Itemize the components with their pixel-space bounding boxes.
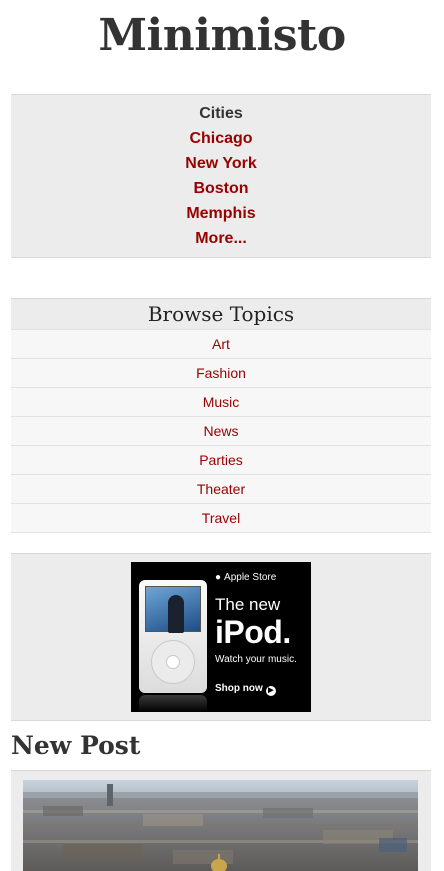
topic-row-travel: Travel <box>11 504 431 533</box>
ad-store-text: Apple Store <box>224 572 277 583</box>
topic-link-fashion[interactable]: Fashion <box>196 365 246 381</box>
post-panel <box>11 770 431 871</box>
topics-panel: Browse Topics Art Fashion Music News Par… <box>11 298 431 533</box>
topic-row-art: Art <box>11 330 431 359</box>
topic-link-music[interactable]: Music <box>203 394 240 410</box>
play-arrow-icon: ▶ <box>265 686 276 696</box>
topics-heading: Browse Topics <box>11 299 431 330</box>
topic-link-art[interactable]: Art <box>212 336 230 352</box>
ad-tagline: Watch your music. <box>215 654 297 665</box>
topic-row-theater: Theater <box>11 475 431 504</box>
cityscape-image <box>23 780 418 871</box>
topic-link-parties[interactable]: Parties <box>199 452 243 468</box>
ad-panel: ● Apple Store The new iPod. Watch your mu… <box>11 553 431 721</box>
new-post-heading[interactable]: New Post <box>11 730 140 762</box>
topic-link-theater[interactable]: Theater <box>197 481 245 497</box>
site-title[interactable]: Minimisto <box>0 10 444 62</box>
ipod-ad-banner[interactable]: ● Apple Store The new iPod. Watch your mu… <box>131 562 311 712</box>
cities-panel: Cities Chicago New York Boston Memphis M… <box>11 94 431 258</box>
city-link-memphis[interactable]: Memphis <box>11 205 431 230</box>
page: Minimisto Cities Chicago New York Boston… <box>0 0 444 871</box>
ad-store-label: ● Apple Store <box>215 572 276 584</box>
ad-shop-now-label: Shop now <box>215 683 263 694</box>
ipod-screen <box>145 586 201 633</box>
click-wheel-icon <box>151 640 195 684</box>
topic-link-travel[interactable]: Travel <box>202 510 240 526</box>
city-link-new-york[interactable]: New York <box>11 155 431 180</box>
ad-headline-1: The new <box>215 595 281 614</box>
topic-row-news: News <box>11 417 431 446</box>
topic-link-news[interactable]: News <box>203 423 238 439</box>
city-link-chicago[interactable]: Chicago <box>11 130 431 155</box>
topic-row-fashion: Fashion <box>11 359 431 388</box>
city-link-more[interactable]: More... <box>11 230 431 255</box>
apple-logo-icon: ● <box>215 572 222 583</box>
cities-heading: Cities <box>199 105 243 122</box>
topic-row-music: Music <box>11 388 431 417</box>
ad-headline-2: iPod. <box>215 614 291 650</box>
ad-shop-now[interactable]: Shop now ▶ <box>215 683 276 696</box>
ipod-image <box>139 580 207 693</box>
city-link-boston[interactable]: Boston <box>11 180 431 205</box>
topic-row-parties: Parties <box>11 446 431 475</box>
ipod-reflection <box>139 695 207 712</box>
post-photo-cityscape[interactable] <box>23 780 418 871</box>
